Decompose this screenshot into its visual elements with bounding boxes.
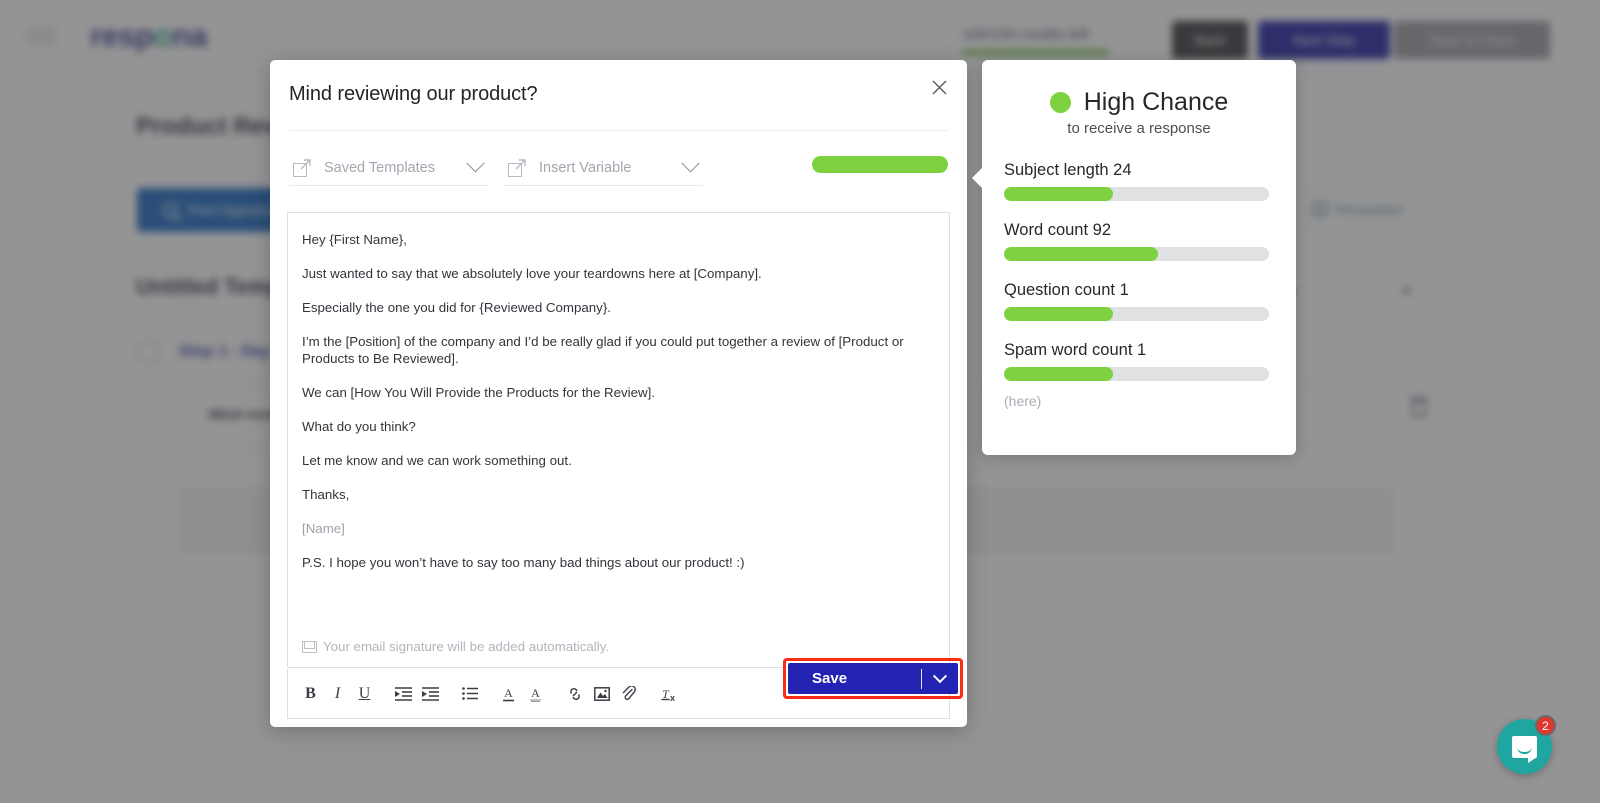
attachment-icon[interactable] xyxy=(615,679,642,709)
email-paragraph: Especially the one you did for {Reviewed… xyxy=(302,300,611,315)
metric-label: Spam word count 1 xyxy=(1004,341,1147,359)
modal-title: Mind reviewing our product? xyxy=(289,83,538,105)
response-score-pill[interactable] xyxy=(812,156,948,173)
highlight-icon[interactable]: A xyxy=(522,679,549,709)
here-link[interactable]: (here) xyxy=(982,393,1296,409)
envelope-icon xyxy=(302,640,317,653)
font-color-icon[interactable]: A xyxy=(495,679,522,709)
metric-row: Word count 92 xyxy=(1004,221,1269,261)
chevron-down-icon xyxy=(681,154,700,173)
chance-title: High Chance xyxy=(1083,88,1229,116)
clear-format-icon[interactable]: Tx xyxy=(654,679,681,709)
modal-divider xyxy=(289,130,948,131)
email-paragraph: Just wanted to say that we absolutely lo… xyxy=(302,266,762,281)
svg-text:x: x xyxy=(669,693,674,702)
link-icon[interactable] xyxy=(561,679,588,709)
chevron-down-icon xyxy=(466,154,485,173)
signature-note: Your email signature will be added autom… xyxy=(302,639,609,654)
metric-row: Subject length 24 xyxy=(1004,161,1269,201)
chance-subtitle: to receive a response xyxy=(1067,120,1211,137)
email-editor-modal: Mind reviewing our product? Saved Templa… xyxy=(270,60,967,727)
metrics-list: Subject length 24 Word count 92 Question c… xyxy=(982,137,1296,381)
metric-label: Word count 92 xyxy=(1004,221,1112,239)
metric-progress-fill xyxy=(1004,367,1113,381)
outdent-icon[interactable] xyxy=(390,679,417,709)
save-dropdown-toggle[interactable] xyxy=(922,668,958,684)
chevron-down-icon xyxy=(932,668,948,683)
metric-progress-track xyxy=(1004,247,1269,261)
metric-progress-track xyxy=(1004,187,1269,201)
panel-header: High Chance to receive a response xyxy=(982,60,1296,137)
image-icon[interactable] xyxy=(588,679,615,709)
intercom-chat-button[interactable]: 2 xyxy=(1497,715,1556,774)
metric-progress-track xyxy=(1004,367,1269,381)
editor-toolbar: BIU A A Tx Save xyxy=(287,658,963,719)
svg-text:A: A xyxy=(531,686,540,700)
signature-note-label: Your email signature will be added autom… xyxy=(323,639,610,654)
svg-text:A: A xyxy=(504,686,513,700)
formatting-tools: BIU A A Tx xyxy=(288,679,681,709)
chance-status-dot xyxy=(1049,92,1071,113)
email-paragraph: P.S. I hope you won’t have to say too ma… xyxy=(302,555,745,570)
metric-row: Question count 1 xyxy=(1004,281,1269,321)
email-paragraph: Let me know and we can work something ou… xyxy=(302,453,572,468)
insert-variable-label: Insert Variable xyxy=(539,159,632,176)
indent-icon[interactable] xyxy=(417,679,444,709)
chat-bubble-icon xyxy=(1512,735,1537,763)
saved-templates-label: Saved Templates xyxy=(324,159,435,176)
save-button-label: Save xyxy=(812,670,848,687)
metric-progress-fill xyxy=(1004,247,1158,261)
external-link-icon xyxy=(508,158,526,177)
panel-pointer xyxy=(972,167,983,189)
close-icon[interactable] xyxy=(925,73,953,101)
save-divider xyxy=(921,668,922,689)
metric-label: Subject length 24 xyxy=(1004,161,1132,179)
metric-label: Question count 1 xyxy=(1004,281,1129,299)
metric-progress-fill xyxy=(1004,307,1113,321)
email-paragraph: Thanks, xyxy=(302,487,350,502)
insert-variable-dropdown[interactable]: Insert Variable xyxy=(504,150,703,186)
email-paragraph: Hey {First Name}, xyxy=(302,232,407,247)
response-score-panel: High Chance to receive a response Subjec… xyxy=(972,60,1296,455)
email-paragraph: I’m the [Position] of the company and I’… xyxy=(302,334,904,366)
metric-progress-fill xyxy=(1004,187,1113,201)
email-paragraph: We can [How You Will Provide the Product… xyxy=(302,385,656,400)
bullet-list-icon[interactable] xyxy=(456,679,483,709)
insert-toolbar: Saved Templates Insert Variable xyxy=(289,150,948,196)
bold-icon[interactable]: B xyxy=(297,679,324,709)
metric-progress-track xyxy=(1004,307,1269,321)
metric-row: Spam word count 1 xyxy=(1004,341,1269,381)
save-button[interactable]: Save xyxy=(788,663,958,694)
email-body-editor[interactable]: Hey {First Name}, Just wanted to say that… xyxy=(287,212,950,668)
save-button-highlight: Save xyxy=(783,658,963,699)
email-body-text[interactable]: Hey {First Name}, Just wanted to say that… xyxy=(288,213,949,571)
email-paragraph: [Name] xyxy=(302,521,345,536)
external-link-icon xyxy=(293,158,311,177)
underline-icon[interactable]: U xyxy=(351,679,378,709)
unread-badge: 2 xyxy=(1535,715,1556,736)
saved-templates-dropdown[interactable]: Saved Templates xyxy=(289,150,488,186)
email-paragraph: What do you think? xyxy=(302,419,416,434)
italic-icon[interactable]: I xyxy=(324,679,351,709)
smile-icon xyxy=(1517,747,1532,754)
